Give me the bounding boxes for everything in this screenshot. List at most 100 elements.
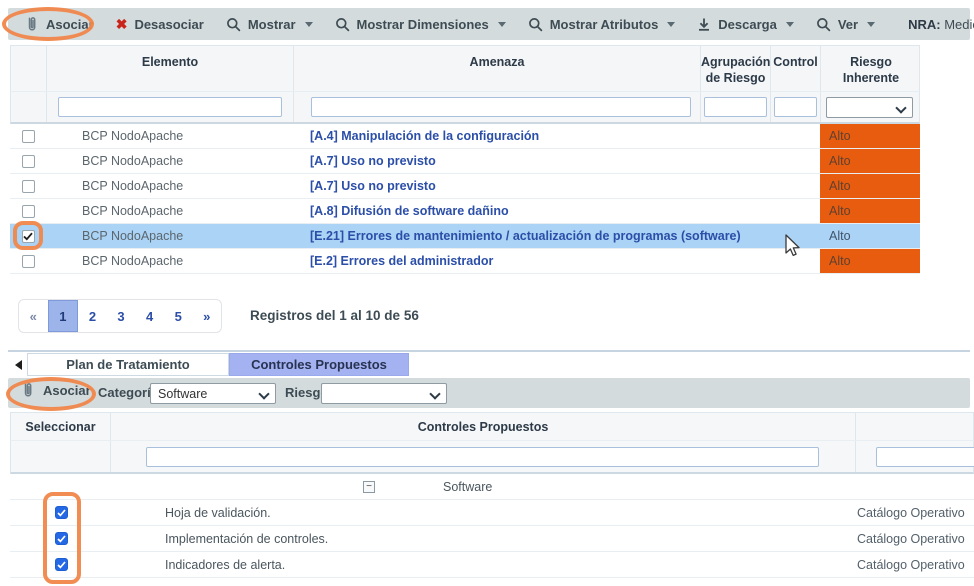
table-row[interactable]: BCP NodoApache [A.4] Manipulación de la … xyxy=(10,124,920,149)
filter-elemento-input[interactable] xyxy=(58,97,282,117)
page-prev-button[interactable]: « xyxy=(19,300,48,332)
elemento-cell: BCP NodoApache xyxy=(46,124,293,148)
row-checkbox[interactable] xyxy=(22,130,35,143)
controls-table-header: Seleccionar Controles Propuestos xyxy=(10,412,974,440)
header-checkbox-col xyxy=(11,46,47,91)
header-controles-propuestos: Controles Propuestos xyxy=(111,413,856,440)
download-icon xyxy=(697,17,711,32)
amenaza-link[interactable]: [A.4] Manipulación de la configuración xyxy=(310,129,539,143)
elemento-cell: BCP NodoApache xyxy=(46,199,293,223)
list-item[interactable]: Indicadores de alerta. Catálogo Operativ… xyxy=(10,552,974,578)
chevron-down-icon xyxy=(498,22,506,27)
row-checkbox-checked[interactable] xyxy=(22,230,35,243)
paperclip-icon xyxy=(22,382,35,398)
row-checkbox[interactable] xyxy=(22,255,35,268)
nra-value: Medio xyxy=(944,17,974,32)
categoria-label: Categoría xyxy=(98,385,158,400)
asociar-controls-button[interactable]: Asociar xyxy=(22,382,91,398)
riesgo-badge: Alto xyxy=(820,224,920,248)
tab-plan-de-tratamiento[interactable]: Plan de Tratamiento xyxy=(27,353,229,376)
elemento-cell: BCP NodoApache xyxy=(46,249,293,273)
table-row[interactable]: BCP NodoApache [E.2] Errores del adminis… xyxy=(10,249,920,274)
descarga-button[interactable]: Descarga xyxy=(686,17,805,32)
row-checkbox[interactable] xyxy=(22,155,35,168)
table-row[interactable]: BCP NodoApache [A.7] Uso no previsto Alt… xyxy=(10,174,920,199)
control-name: Hoja de validación. xyxy=(165,506,271,520)
ver-button[interactable]: Ver xyxy=(805,17,886,32)
amenaza-link[interactable]: [E.21] Errores de mantenimiento / actual… xyxy=(310,229,741,243)
row-checkbox[interactable] xyxy=(22,205,35,218)
search-icon xyxy=(335,17,350,32)
group-label: Software xyxy=(443,480,492,494)
amenaza-link[interactable]: [E.2] Errores del administrador xyxy=(310,254,493,268)
elemento-cell: BCP NodoApache xyxy=(46,149,293,173)
tab-scroll-left-icon[interactable] xyxy=(15,360,22,370)
asociar-button[interactable]: Asociar xyxy=(8,16,105,32)
filter-riesgo-select[interactable] xyxy=(826,97,913,118)
table-row[interactable]: BCP NodoApache [A.8] Difusión de softwar… xyxy=(10,199,920,224)
control-checkbox-checked[interactable] xyxy=(55,558,68,571)
search-icon xyxy=(816,17,831,32)
asociar-label: Asociar xyxy=(46,17,94,32)
page-3-button[interactable]: 3 xyxy=(107,300,136,332)
table-row[interactable]: BCP NodoApache [A.7] Uso no previsto Alt… xyxy=(10,149,920,174)
collapse-icon[interactable]: − xyxy=(363,481,375,493)
page-4-button[interactable]: 4 xyxy=(135,300,164,332)
header-agrupacion: Agrupación de Riesgo xyxy=(701,46,771,91)
chevron-down-icon xyxy=(786,22,794,27)
riesgo-badge: Alto xyxy=(820,149,920,173)
controls-toolbar: Asociar Categoría Software Riesgo xyxy=(8,378,970,408)
page-5-button[interactable]: 5 xyxy=(164,300,193,332)
desasociar-button[interactable]: ✖ Desasociar xyxy=(105,17,215,32)
control-checkbox-checked[interactable] xyxy=(55,532,68,545)
control-category: Catálogo Operativo xyxy=(857,506,965,520)
chevron-down-icon xyxy=(430,389,439,398)
riesgo-badge: Alto xyxy=(820,199,920,223)
tab-controles-propuestos[interactable]: Controles Propuestos xyxy=(229,353,409,376)
riesgo-select[interactable] xyxy=(321,383,447,404)
records-summary: Registros del 1 al 10 de 56 xyxy=(250,308,419,323)
control-checkbox-checked[interactable] xyxy=(55,506,68,519)
header-seleccionar: Seleccionar xyxy=(11,413,111,440)
table-row-selected[interactable]: BCP NodoApache [E.21] Errores de manteni… xyxy=(10,224,920,249)
list-item[interactable]: Implementación de controles. Catálogo Op… xyxy=(10,526,974,552)
risk-management-screen: Asociar ✖ Desasociar Mostrar Mostrar Dim… xyxy=(0,0,974,586)
filter-controles-input[interactable] xyxy=(146,447,819,467)
list-item[interactable]: Hoja de validación. Catálogo Operativo xyxy=(10,500,974,526)
mostrar-dimensiones-button[interactable]: Mostrar Dimensiones xyxy=(324,17,517,32)
filter-amenaza-input[interactable] xyxy=(311,97,691,117)
filter-agrupacion-input[interactable] xyxy=(704,97,767,117)
mostrar-button[interactable]: Mostrar xyxy=(215,17,324,32)
amenaza-link[interactable]: [A.7] Uso no previsto xyxy=(310,154,436,168)
header-elemento: Elemento xyxy=(47,46,294,91)
chevron-down-icon xyxy=(896,103,905,112)
filter-categoria-input[interactable] xyxy=(876,447,974,467)
row-checkbox[interactable] xyxy=(22,180,35,193)
amenaza-link[interactable]: [A.7] Uso no previsto xyxy=(310,179,436,193)
search-icon xyxy=(528,17,543,32)
control-category: Catálogo Operativo xyxy=(857,532,965,546)
page-next-button[interactable]: » xyxy=(192,300,221,332)
ver-label: Ver xyxy=(838,17,858,32)
control-name: Implementación de controles. xyxy=(165,532,328,546)
riesgo-badge: Alto xyxy=(820,249,920,273)
descarga-label: Descarga xyxy=(718,17,777,32)
mostrar-atributos-button[interactable]: Mostrar Atributos xyxy=(517,17,687,32)
group-row-software: − Software xyxy=(10,474,974,500)
chevron-down-icon xyxy=(867,22,875,27)
categoria-select[interactable]: Software xyxy=(150,383,276,404)
elemento-cell: BCP NodoApache xyxy=(46,174,293,198)
nra-label: NRA: xyxy=(908,17,941,32)
amenaza-link[interactable]: [A.8] Difusión de software dañino xyxy=(310,204,509,218)
control-name: Indicadores de alerta. xyxy=(165,558,285,572)
elemento-cell: BCP NodoApache xyxy=(46,224,293,248)
categoria-value: Software xyxy=(158,387,207,401)
page-1-button[interactable]: 1 xyxy=(48,300,79,332)
filter-checkbox-col xyxy=(11,92,47,122)
page-2-button[interactable]: 2 xyxy=(78,300,107,332)
filter-control-input[interactable] xyxy=(774,97,817,117)
threats-filter-row xyxy=(10,91,920,124)
header-control: Control xyxy=(771,46,821,91)
header-amenaza: Amenaza xyxy=(294,46,701,91)
header-riesgo-inherente: Riesgo Inherente xyxy=(821,46,921,91)
